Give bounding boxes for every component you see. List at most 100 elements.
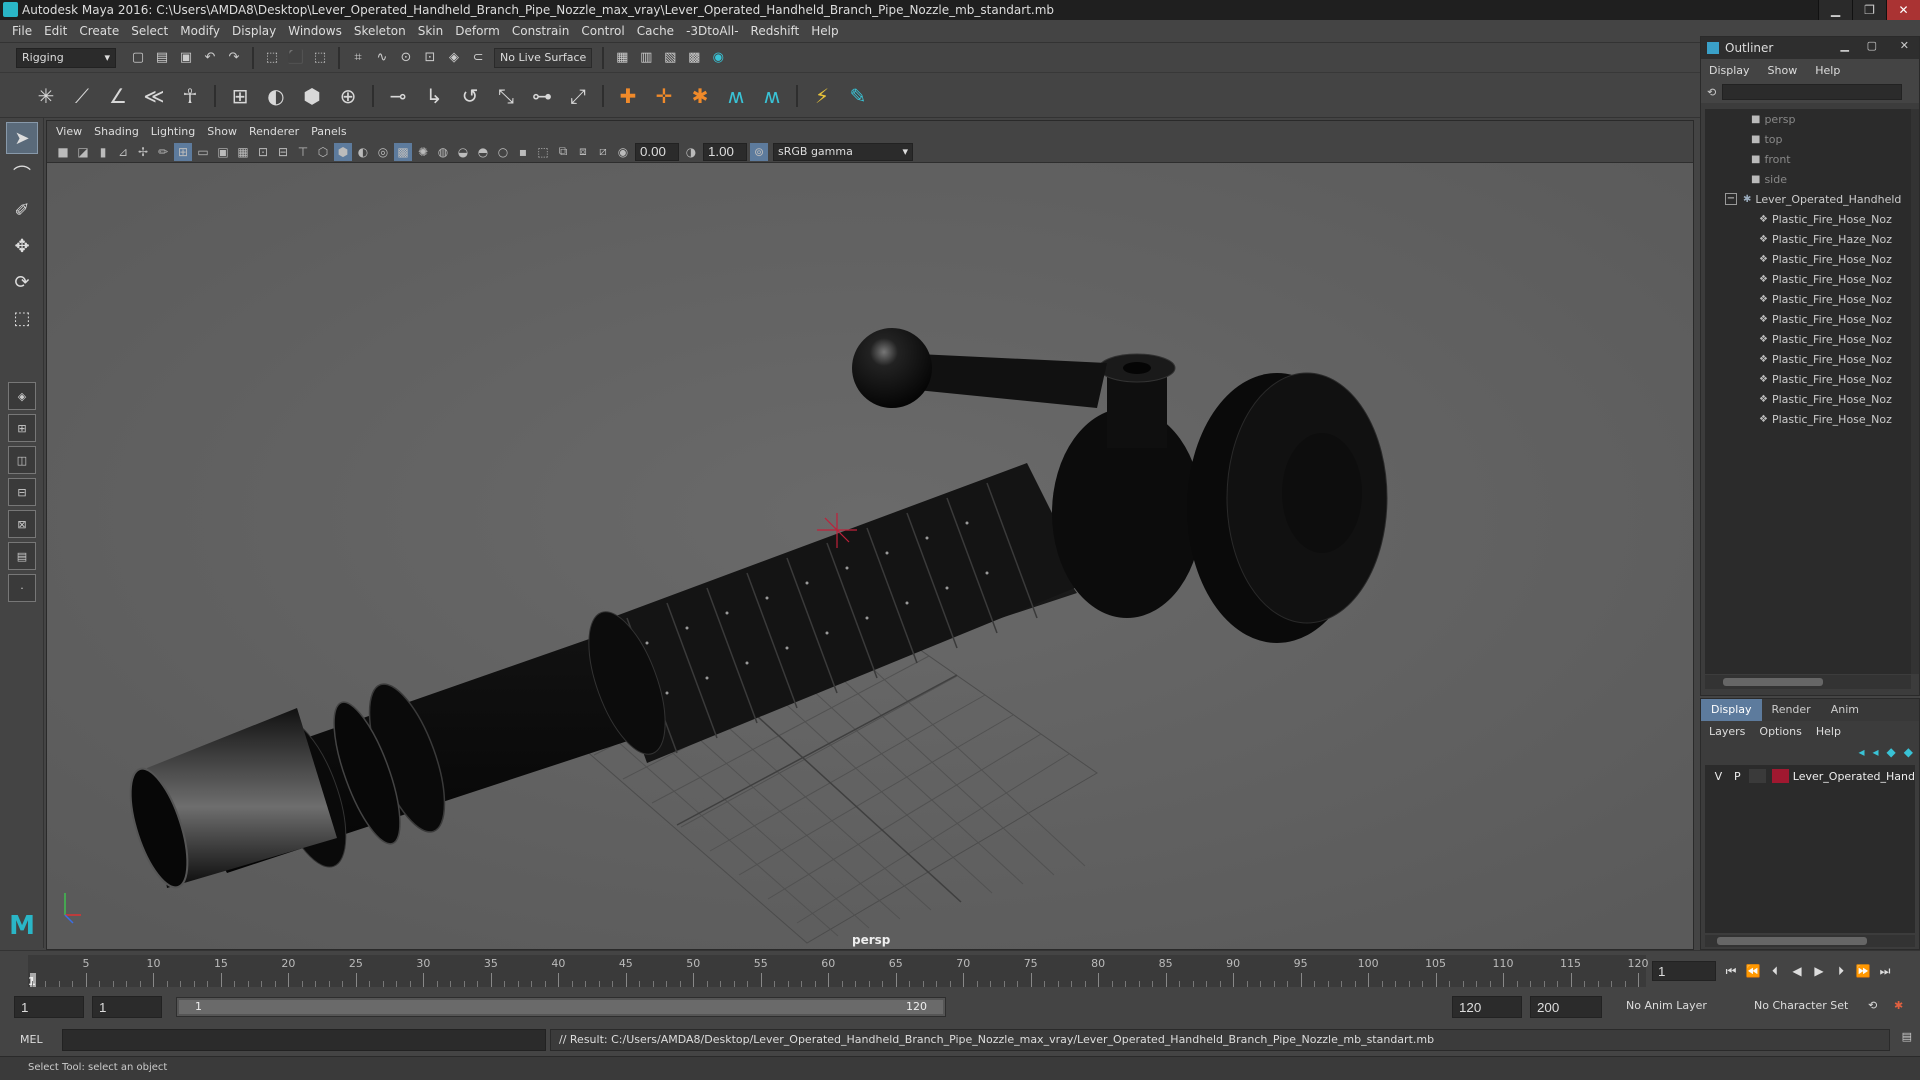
outliner-item-mesh[interactable]: ❖ Plastic_Fire_Hose_Noz bbox=[1705, 349, 1911, 369]
joint-tool-icon[interactable]: ✳ bbox=[31, 81, 61, 111]
menu-control[interactable]: Control bbox=[581, 24, 624, 38]
preferences-icon[interactable]: ✱ bbox=[1888, 996, 1909, 1018]
outliner-item-mesh[interactable]: ❖ Plastic_Fire_Hose_Noz bbox=[1705, 209, 1911, 229]
layer-menu-options[interactable]: Options bbox=[1759, 725, 1801, 738]
outliner-item-mesh[interactable]: ❖ Plastic_Fire_Hose_Noz bbox=[1705, 369, 1911, 389]
outliner-layout-icon[interactable]: ⊟ bbox=[8, 478, 36, 506]
grid-icon[interactable]: ⊞ bbox=[174, 142, 192, 161]
panel-menu-shading[interactable]: Shading bbox=[94, 125, 139, 138]
parent-constraint-icon[interactable]: ⊶ bbox=[527, 81, 557, 111]
xray-joints-icon[interactable]: ⧉ bbox=[554, 143, 572, 161]
film-gate-icon[interactable]: ▭ bbox=[194, 143, 212, 161]
exposure-icon[interactable]: ◉ bbox=[614, 143, 632, 161]
layer-visibility-toggle[interactable]: V bbox=[1709, 770, 1728, 783]
select-tool-icon[interactable]: ➤ bbox=[6, 122, 38, 154]
bind-skin-icon[interactable]: ⊞ bbox=[225, 81, 255, 111]
safe-title-icon[interactable]: ⊤ bbox=[294, 143, 312, 161]
save-scene-icon[interactable]: ▣ bbox=[176, 48, 196, 68]
outliner-item-camera[interactable]: ■ side bbox=[1705, 169, 1911, 189]
close-button[interactable]: ✕ bbox=[1886, 0, 1920, 20]
undo-icon[interactable]: ↶ bbox=[200, 48, 220, 68]
step-back-key-button[interactable]: ⏪ bbox=[1742, 961, 1764, 981]
range-slider-handle[interactable] bbox=[179, 1000, 943, 1014]
humanik-icon[interactable]: ☥ bbox=[175, 81, 205, 111]
outliner-vertical-scrollbar[interactable] bbox=[1911, 109, 1919, 674]
menu-windows[interactable]: Windows bbox=[288, 24, 342, 38]
smooth-shade-icon[interactable]: ⬢ bbox=[334, 142, 352, 161]
bookmark-icon[interactable]: ▮ bbox=[94, 143, 112, 161]
locator-joint-icon[interactable]: ✛ bbox=[649, 81, 679, 111]
play-backwards-button[interactable]: ◀ bbox=[1786, 961, 1808, 981]
2d-pan-icon[interactable]: ✢ bbox=[134, 143, 152, 161]
playback-end-field[interactable] bbox=[1452, 996, 1522, 1018]
wireframe-icon[interactable]: ⬡ bbox=[314, 143, 332, 161]
menu-constrain[interactable]: Constrain bbox=[512, 24, 570, 38]
outliner-item-camera[interactable]: ■ top bbox=[1705, 129, 1911, 149]
outliner-menu-display[interactable]: Display bbox=[1709, 64, 1750, 77]
outliner-item-mesh[interactable]: ❖ Plastic_Fire_Hose_Noz bbox=[1705, 289, 1911, 309]
collapse-icon[interactable]: − bbox=[1725, 193, 1737, 205]
single-view-layout-icon[interactable]: ◈ bbox=[8, 382, 36, 410]
grease-pencil-icon[interactable]: ✏ bbox=[154, 143, 172, 161]
current-frame-field[interactable] bbox=[1652, 961, 1716, 981]
minimize-button[interactable]: ▁ bbox=[1818, 0, 1852, 20]
panel-menu-panels[interactable]: Panels bbox=[311, 125, 346, 138]
outliner-item-mesh[interactable]: ❖ Plastic_Fire_Hose_Noz bbox=[1705, 389, 1911, 409]
animation-start-field[interactable] bbox=[14, 996, 84, 1018]
new-scene-icon[interactable]: ▢ bbox=[128, 48, 148, 68]
color-space-dropdown[interactable]: sRGB gamma ▾ bbox=[773, 142, 913, 161]
outliner-item-mesh[interactable]: ❖ Plastic_Fire_Hose_Noz bbox=[1705, 409, 1911, 429]
time-ruler[interactable]: 1 51015202530354045505560657075808590951… bbox=[28, 955, 1649, 988]
graph-layout-icon[interactable]: ⊠ bbox=[8, 510, 36, 538]
tab-render[interactable]: Render bbox=[1762, 699, 1821, 721]
menu-redshift[interactable]: Redshift bbox=[751, 24, 800, 38]
brush-tool-icon[interactable]: ✎ bbox=[843, 81, 873, 111]
menu-create[interactable]: Create bbox=[79, 24, 119, 38]
outliner-item-mesh[interactable]: ❖ Plastic_Fire_Hose_Noz bbox=[1705, 249, 1911, 269]
step-forward-frame-button[interactable]: ⏵ bbox=[1830, 961, 1852, 981]
tab-display[interactable]: Display bbox=[1701, 699, 1762, 721]
outliner-menu-help[interactable]: Help bbox=[1815, 64, 1840, 77]
menu-display[interactable]: Display bbox=[232, 24, 276, 38]
select-hierarchy-icon[interactable]: ⬚ bbox=[262, 48, 282, 68]
resolution-gate-icon[interactable]: ▣ bbox=[214, 143, 232, 161]
refresh-icon[interactable]: ⟲ bbox=[1707, 86, 1716, 99]
menu-file[interactable]: File bbox=[12, 24, 32, 38]
anim-layer-dropdown[interactable]: No Anim Layer bbox=[1620, 996, 1713, 1018]
mirror-joint-icon[interactable]: ≪ bbox=[139, 81, 169, 111]
minimize-icon[interactable]: ▁ bbox=[1841, 39, 1849, 52]
ambient-occlusion-icon[interactable]: ◍ bbox=[434, 143, 452, 161]
script-editor-icon[interactable]: ▤ bbox=[1902, 1030, 1912, 1043]
character-set-dropdown[interactable]: No Character Set bbox=[1748, 996, 1854, 1018]
layer-menu-layers[interactable]: Layers bbox=[1709, 725, 1745, 738]
snap-view-icon[interactable]: ⊡ bbox=[420, 48, 440, 68]
panel-menu-renderer[interactable]: Renderer bbox=[249, 125, 299, 138]
xray-icon[interactable]: ⬚ bbox=[534, 143, 552, 161]
ik-spline-icon[interactable]: ∠ bbox=[103, 81, 133, 111]
paint-select-icon[interactable]: ✐ bbox=[6, 194, 38, 226]
menu-deform[interactable]: Deform bbox=[455, 24, 500, 38]
outliner-search-input[interactable] bbox=[1722, 84, 1903, 100]
step-forward-key-button[interactable]: ⏩ bbox=[1852, 961, 1874, 981]
isolate-select-icon[interactable]: ▪ bbox=[514, 143, 532, 161]
layer-row[interactable]: V P Lever_Operated_Hand bbox=[1705, 765, 1915, 787]
gate-mask-icon[interactable]: ▦ bbox=[234, 143, 252, 161]
command-input[interactable] bbox=[62, 1029, 546, 1051]
character-icon[interactable]: ✱ bbox=[685, 81, 715, 111]
four-view-layout-icon[interactable]: ⊞ bbox=[8, 414, 36, 442]
rotate-tool-icon[interactable]: ⟳ bbox=[6, 266, 38, 298]
xray-active-icon[interactable]: ⧈ bbox=[574, 143, 592, 161]
safe-action-icon[interactable]: ⊟ bbox=[274, 143, 292, 161]
point-constraint-icon[interactable]: ⊸ bbox=[383, 81, 413, 111]
tab-anim[interactable]: Anim bbox=[1821, 699, 1869, 721]
menu-3dtoall[interactable]: -3DtoAll- bbox=[686, 24, 738, 38]
layer-playback-toggle[interactable]: P bbox=[1728, 770, 1747, 783]
menu-help[interactable]: Help bbox=[811, 24, 838, 38]
shadows-icon[interactable]: ✺ bbox=[414, 143, 432, 161]
go-to-start-button[interactable]: ⏮ bbox=[1720, 961, 1742, 981]
snap-surface-icon[interactable]: ◈ bbox=[444, 48, 464, 68]
menu-select[interactable]: Select bbox=[131, 24, 168, 38]
layer-color-swatch[interactable] bbox=[1771, 769, 1789, 783]
close-icon[interactable]: ✕ bbox=[1900, 39, 1909, 52]
panel-menu-view[interactable]: View bbox=[56, 125, 82, 138]
